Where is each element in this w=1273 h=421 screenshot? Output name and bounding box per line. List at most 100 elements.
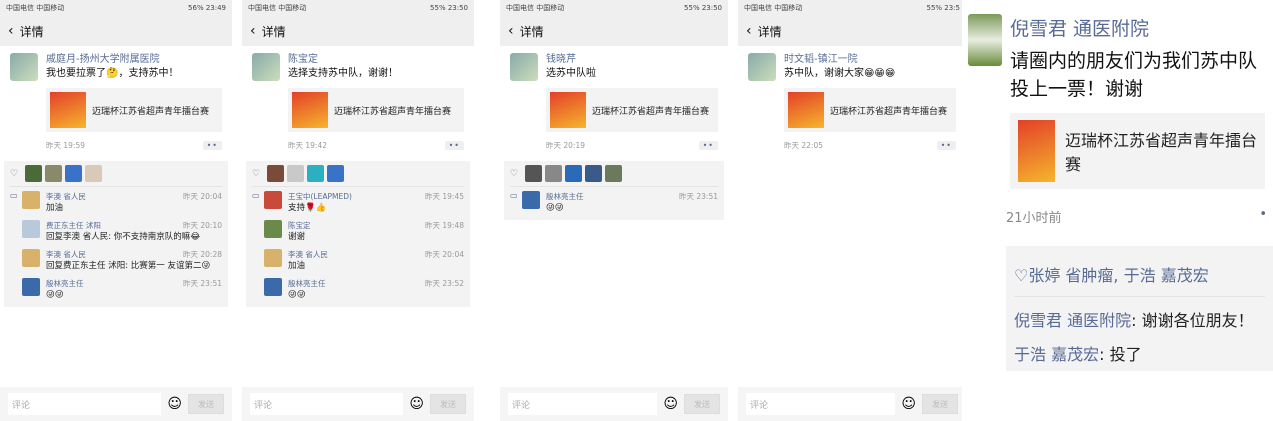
like-avatar[interactable] xyxy=(25,165,42,182)
commenter-name[interactable]: 李澳 省人民 xyxy=(46,191,86,202)
comment-icon xyxy=(252,278,264,301)
like-avatar[interactable] xyxy=(545,165,562,182)
zoom-commenter-name[interactable]: 倪雪君 通医附院 xyxy=(1014,311,1131,330)
comment-icon xyxy=(252,220,264,243)
author-name[interactable]: 戚庭月-扬州大学附属医院 xyxy=(46,53,222,66)
zoomed-post: 倪雪君 通医附院 请圈内的朋友们为我们苏中队投上一票！谢谢 迈瑞杯江苏省超声青年… xyxy=(962,0,1273,421)
commenter-name[interactable]: 李澳 省人民 xyxy=(288,249,328,260)
moment-detail-screen: 中国电信 中国移动 55% 23:50 ‹ 详情 陈宝定 选择支持苏中队，谢谢！ 迈… xyxy=(242,0,474,421)
comment-row: 陈宝定 昨天 19:48 谢谢 xyxy=(252,216,464,245)
commenter-name[interactable]: 王宝中(LEAPMED) xyxy=(288,191,352,202)
commenter-name[interactable]: 陈宝定 xyxy=(288,220,311,231)
shared-link[interactable]: 迈瑞杯江苏省超声青年擂台赛 xyxy=(46,88,222,132)
zoom-shared-link[interactable]: 迈瑞杯江苏省超声青年擂台赛 xyxy=(1010,113,1265,189)
status-bar: 中国电信 中国移动 55% 23:5 xyxy=(738,0,966,16)
zoom-comment-text[interactable]: 投了 xyxy=(1110,345,1142,364)
like-avatar[interactable] xyxy=(267,165,284,182)
more-button[interactable]: •• xyxy=(202,141,222,150)
like-avatar[interactable] xyxy=(327,165,344,182)
back-icon[interactable]: ‹ xyxy=(746,23,752,39)
comment-text[interactable]: 加油 xyxy=(46,202,222,214)
commenter-avatar[interactable] xyxy=(264,278,282,296)
comment-text[interactable]: 😜😜 xyxy=(46,289,222,301)
zoom-comment: 倪雪君 通医附院: 谢谢各位朋友！ xyxy=(1014,311,1254,330)
comment-text[interactable]: 加油 xyxy=(288,260,464,272)
moment-detail-screen: 中国电信 中国移动 55% 23:5 ‹ 详情 时文韬-镇江一院 苏中队，谢谢大家😁… xyxy=(738,0,966,421)
comment-input[interactable]: 评论 xyxy=(508,393,658,415)
more-button[interactable]: •• xyxy=(698,141,718,150)
author-name[interactable]: 时文韬-镇江一院 xyxy=(784,53,956,66)
author-avatar[interactable] xyxy=(10,53,38,81)
comment-text[interactable]: 回复费正东主任 沭阳: 比赛第一 友谊第二😜 xyxy=(46,260,222,272)
commenter-avatar[interactable] xyxy=(22,191,40,209)
comment-text[interactable]: 😜😜 xyxy=(546,202,718,214)
emoji-icon[interactable]: ☺ xyxy=(167,396,182,412)
emoji-icon[interactable]: ☺ xyxy=(409,396,424,412)
zoom-more-button[interactable]: • xyxy=(1259,207,1267,226)
commenter-avatar[interactable] xyxy=(22,220,40,238)
like-avatar[interactable] xyxy=(85,165,102,182)
comment-input[interactable]: 评论 xyxy=(746,393,896,415)
shared-link[interactable]: 迈瑞杯江苏省超声青年擂台赛 xyxy=(546,88,718,132)
comment-text[interactable]: 支持🌹👍 xyxy=(288,202,464,214)
back-icon[interactable]: ‹ xyxy=(250,23,256,39)
commenter-avatar[interactable] xyxy=(22,278,40,296)
more-button[interactable]: •• xyxy=(936,141,956,150)
author-name[interactable]: 陈宝定 xyxy=(288,53,464,66)
shared-link[interactable]: 迈瑞杯江苏省超声青年擂台赛 xyxy=(288,88,464,132)
commenter-name[interactable]: 殷林亮主任 xyxy=(288,278,326,289)
author-avatar[interactable] xyxy=(510,53,538,81)
post-text: 我也要拉票了🤔，支持苏中！ xyxy=(46,68,179,79)
comment-input[interactable]: 评论 xyxy=(250,393,404,415)
author-name[interactable]: 钱晓芹 xyxy=(546,53,718,66)
author-avatar[interactable] xyxy=(252,53,280,81)
like-avatar[interactable] xyxy=(65,165,82,182)
battery-time: 55% 23:50 xyxy=(430,4,468,12)
commenter-avatar[interactable] xyxy=(522,191,540,209)
send-button[interactable]: 发送 xyxy=(188,394,224,414)
commenter-avatar[interactable] xyxy=(264,191,282,209)
send-button[interactable]: 发送 xyxy=(684,394,720,414)
zoom-comment-text[interactable]: 谢谢各位朋友！ xyxy=(1142,311,1254,330)
like-avatar[interactable] xyxy=(585,165,602,182)
emoji-icon[interactable]: ☺ xyxy=(663,396,678,412)
send-button[interactable]: 发送 xyxy=(430,394,466,414)
commenter-avatar[interactable] xyxy=(22,249,40,267)
send-button[interactable]: 发送 xyxy=(922,394,958,414)
emoji-icon[interactable]: ☺ xyxy=(901,396,916,412)
zoom-avatar[interactable] xyxy=(968,14,1002,66)
like-avatar[interactable] xyxy=(45,165,62,182)
status-bar: 中国电信 中国移动 55% 23:50 xyxy=(500,0,728,16)
zoom-commenter-name[interactable]: 于浩 嘉茂宏 xyxy=(1014,345,1099,364)
more-button[interactable]: •• xyxy=(444,141,464,150)
commenter-name[interactable]: 殷林亮主任 xyxy=(546,191,584,202)
commenter-name[interactable]: 费正东主任 沭阳 xyxy=(46,220,101,231)
like-avatar[interactable] xyxy=(565,165,582,182)
shared-link[interactable]: 迈瑞杯江苏省超声青年擂台赛 xyxy=(784,88,956,132)
post-text: 选择支持苏中队，谢谢！ xyxy=(288,68,398,79)
zoom-author[interactable]: 倪雪君 通医附院 xyxy=(1010,14,1265,41)
like-avatar[interactable] xyxy=(605,165,622,182)
comment-text[interactable]: 😜😜 xyxy=(288,289,464,301)
link-title: 迈瑞杯江苏省超声青年擂台赛 xyxy=(592,106,710,117)
commenter-name[interactable]: 李澳 省人民 xyxy=(46,249,86,260)
comment-text[interactable]: 谢谢 xyxy=(288,231,464,243)
link-title: 迈瑞杯江苏省超声青年擂台赛 xyxy=(334,106,452,117)
comment-time: 昨天 20:04 xyxy=(183,192,222,201)
comment-input[interactable]: 评论 xyxy=(8,393,162,415)
commenter-avatar[interactable] xyxy=(264,249,282,267)
commenter-name[interactable]: 殷林亮主任 xyxy=(46,278,84,289)
like-avatar[interactable] xyxy=(307,165,324,182)
author-avatar[interactable] xyxy=(748,53,776,81)
page-title: 详情 xyxy=(19,24,44,39)
zoom-likes[interactable]: ♡张婷 省肿瘤, 于浩 嘉茂宏 xyxy=(1014,252,1265,297)
back-icon[interactable]: ‹ xyxy=(508,23,514,39)
commenter-avatar[interactable] xyxy=(264,220,282,238)
back-icon[interactable]: ‹ xyxy=(8,23,14,39)
comment-text[interactable]: 回复李澳 省人民: 你不支持南京队的嘛😂 xyxy=(46,231,222,243)
heart-icon: ♡ xyxy=(252,168,261,179)
comment-bar: 评论 ☺ 发送 xyxy=(738,387,966,421)
like-avatar[interactable] xyxy=(525,165,542,182)
like-avatar[interactable] xyxy=(287,165,304,182)
comment-row: ▭ 王宝中(LEAPMED) 昨天 19:45 支持🌹👍 xyxy=(252,187,464,216)
